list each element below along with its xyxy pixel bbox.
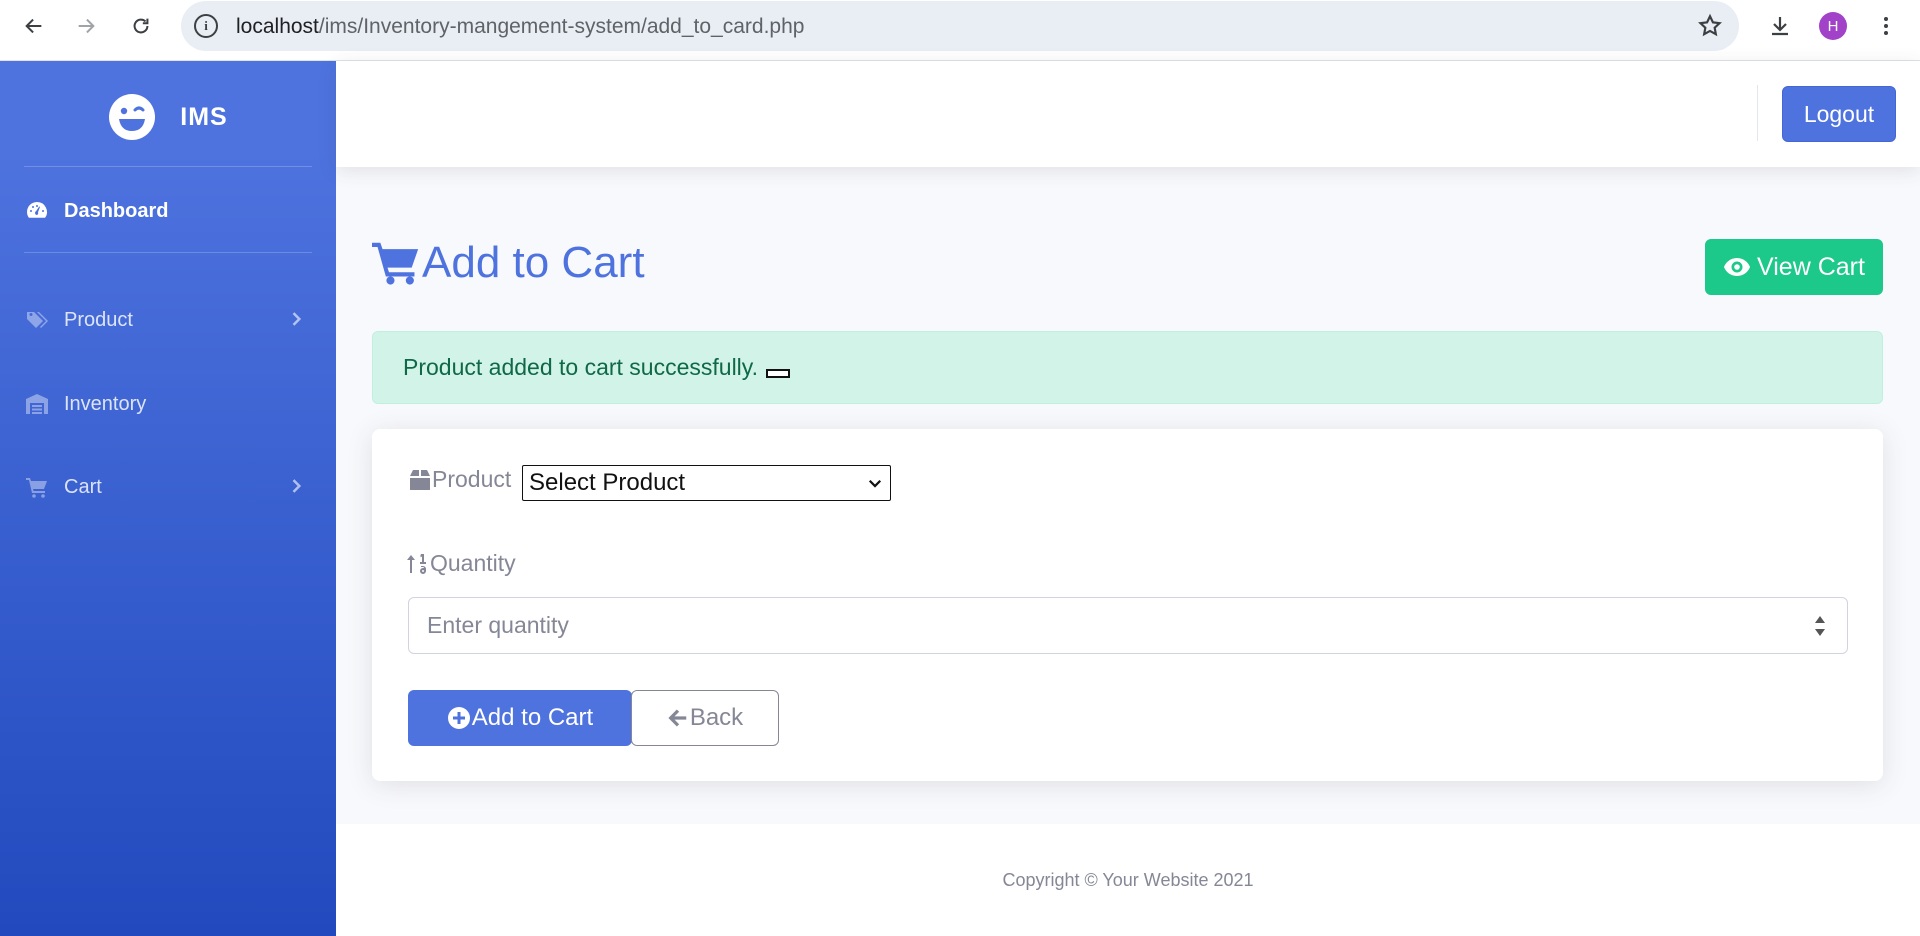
add-to-cart-button[interactable]: Add to Cart: [408, 690, 632, 746]
chevron-right-icon: [292, 312, 302, 326]
chevron-down-icon: [868, 479, 882, 488]
product-select-value: Select Product: [529, 469, 686, 496]
address-url[interactable]: localhost/ims/Inventory-mangement-system…: [236, 15, 804, 39]
sort-numeric-icon: [407, 553, 426, 574]
url-host: localhost: [236, 15, 319, 38]
laugh-wink-icon: [109, 94, 156, 140]
quantity-input[interactable]: Enter quantity: [408, 597, 1848, 654]
eye-icon: [1724, 258, 1751, 276]
site-info-icon[interactable]: i: [194, 14, 218, 38]
sidebar-item-label: Product: [64, 308, 133, 331]
download-icon[interactable]: [1764, 10, 1796, 42]
forward-arrow-icon[interactable]: [70, 10, 102, 42]
reload-icon[interactable]: [125, 10, 157, 42]
alert-close-button[interactable]: [765, 369, 790, 378]
quantity-label-text: Quantity: [430, 550, 516, 576]
quantity-placeholder: Enter quantity: [427, 612, 569, 638]
copyright-text: Copyright © Your Website 2021: [1002, 869, 1254, 890]
url-path: /ims/Inventory-mangement-system/add_to_c…: [318, 15, 805, 38]
topbar-divider: [1757, 85, 1758, 141]
view-cart-button[interactable]: View Cart: [1705, 239, 1883, 295]
product-label-text: Product: [432, 466, 512, 492]
box-icon: [410, 469, 430, 490]
back-button[interactable]: Back: [631, 690, 779, 746]
tags-icon: [24, 307, 50, 333]
sidebar-item-cart[interactable]: Cart: [24, 467, 312, 507]
kebab-menu-icon[interactable]: [1870, 10, 1902, 42]
sidebar-divider: [24, 252, 312, 253]
brand-name: IMS: [180, 102, 228, 131]
tachometer-icon: [24, 198, 50, 224]
quantity-label: Quantity: [406, 550, 516, 577]
profile-initial: H: [1819, 12, 1847, 40]
cart-icon: [24, 474, 50, 500]
bookmark-star-icon[interactable]: [1697, 13, 1723, 39]
page-title: Add to Cart: [372, 238, 645, 288]
footer: Copyright © Your Website 2021: [336, 824, 1920, 936]
back-label: Back: [689, 704, 744, 731]
sidebar-divider: [24, 166, 312, 167]
sidebar: IMS Dashboard Product Inventory Cart: [0, 61, 336, 936]
chevron-right-icon: [292, 479, 302, 493]
sidebar-item-label: Cart: [64, 475, 102, 498]
sidebar-brand[interactable]: IMS: [0, 87, 336, 147]
back-arrow-icon[interactable]: [18, 10, 50, 42]
sidebar-item-dashboard[interactable]: Dashboard: [24, 191, 312, 231]
arrow-left-icon: [668, 709, 687, 727]
warehouse-icon: [24, 391, 50, 417]
browser-toolbar: i localhost/ims/Inventory-mangement-syst…: [0, 0, 1920, 61]
address-bar[interactable]: i localhost/ims/Inventory-mangement-syst…: [181, 1, 1739, 51]
product-select[interactable]: Select Product: [522, 465, 891, 501]
page-title-text: Add to Cart: [422, 238, 645, 287]
product-label: Product: [408, 466, 511, 493]
sidebar-item-inventory[interactable]: Inventory: [24, 384, 312, 424]
sidebar-item-label: Dashboard: [64, 199, 169, 222]
sidebar-item-label: Inventory: [64, 392, 147, 415]
topbar: Logout: [336, 61, 1920, 167]
plus-circle-icon: [447, 707, 470, 729]
view-cart-label: View Cart: [1757, 252, 1865, 281]
add-to-cart-label: Add to Cart: [471, 704, 594, 731]
profile-avatar[interactable]: H: [1817, 10, 1849, 42]
number-spinner-icon[interactable]: [1813, 612, 1827, 640]
success-alert: Product added to cart successfully.: [372, 331, 1883, 404]
sidebar-item-product[interactable]: Product: [24, 300, 312, 340]
alert-message: Product added to cart successfully.: [403, 354, 758, 380]
shopping-cart-icon: [372, 242, 419, 285]
logout-button[interactable]: Logout: [1782, 86, 1896, 142]
